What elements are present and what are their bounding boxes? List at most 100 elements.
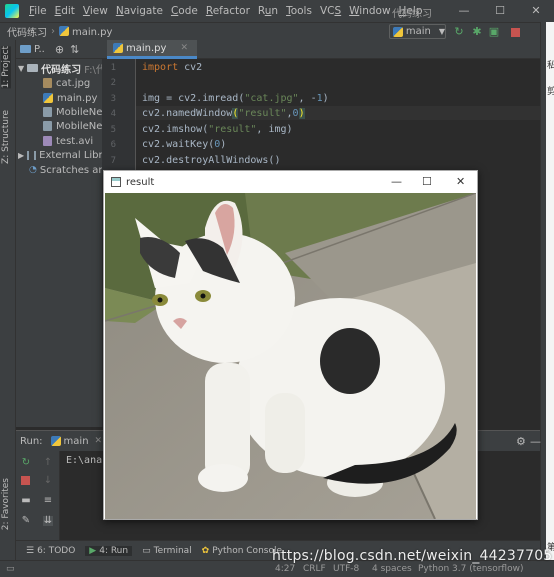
editor-tab-bar: main.py ✕ xyxy=(102,40,554,59)
run-config-select[interactable]: main ▼ xyxy=(389,24,446,39)
down-arrow-icon[interactable]: ↓ xyxy=(43,476,53,486)
layout-icon[interactable]: ▬ xyxy=(21,496,31,506)
project-view-select[interactable]: P.. xyxy=(34,44,45,55)
scratches-icon: ◔ xyxy=(29,165,37,175)
pycharm-logo-icon xyxy=(5,4,19,18)
soft-wrap-icon[interactable]: ≡ xyxy=(43,496,53,506)
tab-python-console[interactable]: ✿ Python Console xyxy=(202,546,282,556)
close-button[interactable]: ✕ xyxy=(518,0,554,22)
result-minimize-button[interactable]: — xyxy=(391,175,402,188)
minimize-button[interactable]: — xyxy=(446,0,482,22)
result-close-button[interactable]: ✕ xyxy=(456,175,465,188)
window-icon xyxy=(111,177,121,187)
menu-vcs[interactable]: VCS xyxy=(320,5,341,17)
locate-icon[interactable]: ⊕ xyxy=(55,43,64,56)
tree-file-test-avi[interactable]: test.avi xyxy=(43,134,93,148)
structure-tool-tab[interactable]: Z: Structure xyxy=(1,110,11,164)
line-number: 7 xyxy=(110,156,116,166)
image-file-icon xyxy=(43,78,52,88)
run-tab-main[interactable]: main ✕ xyxy=(50,436,103,447)
navigation-bar: 代码练习 › main.py main ▼ ↻ ✱ ▣ xyxy=(0,22,554,40)
gear-icon[interactable]: ⚙ xyxy=(516,435,526,448)
tree-file-mobilenet-1[interactable]: MobileNet xyxy=(43,105,102,119)
run-output-text: E:\anac xyxy=(66,455,109,466)
line-separator[interactable]: CRLF xyxy=(303,564,326,574)
close-tab-icon[interactable]: ✕ xyxy=(95,436,103,446)
result-title-bar[interactable]: result — ☐ ✕ xyxy=(104,171,477,193)
title-bar: File Edit View Navigate Code Refactor Ru… xyxy=(0,0,554,22)
tree-file-cat-jpg[interactable]: cat.jpg xyxy=(43,76,90,90)
video-file-icon xyxy=(43,136,52,146)
folder-icon xyxy=(27,64,39,72)
line-number: 3 xyxy=(110,94,116,104)
stop-icon[interactable] xyxy=(511,28,520,37)
project-tool-tab[interactable]: 1: Project xyxy=(1,46,11,89)
library-icon xyxy=(27,150,37,160)
tree-root[interactable]: ▼ 代码练习 F:\代 xyxy=(18,61,102,76)
menu-refactor[interactable]: Refactor xyxy=(206,5,250,17)
chevron-down-icon: ▼ xyxy=(18,63,25,73)
run-label: Run: xyxy=(20,435,43,447)
file-encoding[interactable]: UTF-8 xyxy=(333,564,359,574)
stop-icon[interactable] xyxy=(21,476,30,485)
menu-bar: File Edit View Navigate Code Refactor Ru… xyxy=(25,5,427,17)
layout-toggle-icon[interactable]: ▭ xyxy=(6,564,15,574)
tab-todo[interactable]: ☰ 6: TODO xyxy=(26,546,75,556)
tree-file-main-py[interactable]: main.py xyxy=(43,91,97,105)
tree-file-mobilenet-2[interactable]: MobileNet xyxy=(43,119,102,133)
python-file-icon xyxy=(50,436,61,446)
tree-scratches[interactable]: ◔ Scratches and xyxy=(29,163,102,177)
menu-code[interactable]: Code xyxy=(171,5,198,17)
watermark: https://blog.csdn.net/weixin_44237705 xyxy=(272,548,553,564)
indent-setting[interactable]: 4 spaces xyxy=(372,564,412,574)
tree-external-libraries[interactable]: ▶ External Librar xyxy=(18,148,102,162)
menu-navigate[interactable]: Navigate xyxy=(116,5,163,17)
result-maximize-button[interactable]: ☐ xyxy=(422,175,432,188)
menu-run[interactable]: Run xyxy=(258,5,278,17)
background-window-edge xyxy=(546,22,554,570)
breadcrumb-separator: › xyxy=(51,26,55,37)
favorites-tool-tab[interactable]: 2: Favorites xyxy=(1,478,11,530)
window-controls: — ☐ ✕ xyxy=(446,0,554,22)
menu-edit[interactable]: Edit xyxy=(55,5,75,17)
tab-run[interactable]: ▶ 4: Run xyxy=(85,545,133,556)
breadcrumb-file[interactable]: main.py xyxy=(59,25,112,38)
tab-main-py[interactable]: main.py ✕ xyxy=(107,40,197,59)
rerun-icon[interactable]: ↻ xyxy=(453,26,465,38)
left-tool-strip: 1: Project Z: Structure 2: Favorites xyxy=(0,40,16,570)
menu-view[interactable]: View xyxy=(83,5,108,17)
code-line-7: cv2.destroyAllWindows() xyxy=(142,155,281,166)
background-text: 私 xyxy=(547,61,554,71)
close-tab-icon[interactable]: ✕ xyxy=(180,43,188,53)
caret-position[interactable]: 4:27 xyxy=(275,564,295,574)
up-arrow-icon[interactable]: ↑ xyxy=(43,458,53,468)
interpreter[interactable]: Python 3.7 (tensorflow) xyxy=(418,564,523,574)
cat-image xyxy=(105,193,476,519)
breadcrumb-project[interactable]: 代码练习 xyxy=(7,24,47,39)
menu-window[interactable]: Window xyxy=(349,5,390,17)
terminal-icon: ▭ xyxy=(142,545,151,556)
pin-icon[interactable]: ✎ xyxy=(21,516,31,526)
python-console-icon: ✿ xyxy=(201,545,210,556)
project-panel-header: P.. ⊕ ⇅ xyxy=(16,40,102,59)
tab-terminal[interactable]: ▭ Terminal xyxy=(142,546,192,556)
python-file-icon xyxy=(113,43,123,53)
line-number: 6 xyxy=(110,140,116,150)
menu-file[interactable]: File xyxy=(29,5,47,17)
collapse-icon[interactable]: ⇅ xyxy=(70,43,79,56)
code-line-1: import cv2 xyxy=(142,62,203,73)
maximize-button[interactable]: ☐ xyxy=(482,0,518,22)
menu-tools[interactable]: Tools xyxy=(286,5,312,17)
debug-icon[interactable]: ✱ xyxy=(471,26,483,38)
chevron-right-icon: ▶ xyxy=(18,150,25,160)
line-number: 4 xyxy=(110,109,116,119)
opencv-result-window[interactable]: result — ☐ ✕ xyxy=(103,170,478,520)
list-icon: ☰ xyxy=(26,545,35,556)
line-number: 1 xyxy=(110,63,116,73)
file-icon xyxy=(43,121,52,131)
rerun-icon[interactable]: ↻ xyxy=(21,458,31,468)
code-line-3: img = cv2.imread("cat.jpg", -1) xyxy=(142,93,329,104)
hide-panel-icon[interactable]: — xyxy=(530,435,541,448)
scroll-to-end-icon[interactable]: ⇊ xyxy=(43,516,53,526)
coverage-icon[interactable]: ▣ xyxy=(488,26,500,38)
